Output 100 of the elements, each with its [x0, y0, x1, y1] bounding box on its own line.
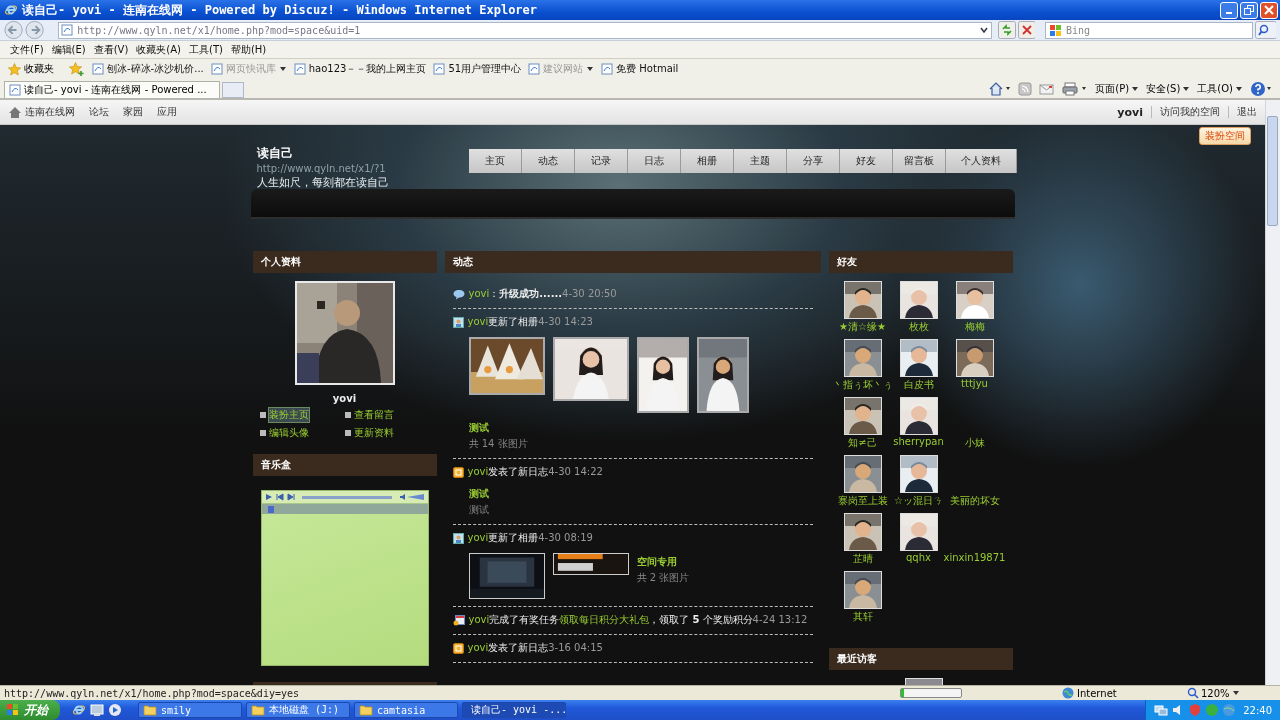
taskbar-button[interactable]: 读自己- yovi -...	[462, 702, 566, 718]
account-link[interactable]: 访问我的空间	[1160, 105, 1220, 119]
home-icon[interactable]	[8, 105, 22, 119]
friend-name-link[interactable]: 其轩	[852, 610, 873, 624]
space-nav-tab[interactable]: 个人资料	[945, 149, 1017, 173]
space-nav-tab[interactable]: 主题	[733, 149, 787, 173]
next-icon[interactable]	[286, 493, 295, 501]
site-nav-link[interactable]: 应用	[157, 105, 177, 119]
space-nav-tab[interactable]: 分享	[786, 149, 840, 173]
friend-name-link[interactable]: tttjyu	[961, 378, 988, 389]
browser-icon[interactable]	[72, 703, 86, 717]
friend-name-link[interactable]: ★清☆缘★	[839, 320, 886, 334]
favorite-link[interactable]: 免费 Hotmail	[601, 62, 679, 76]
account-link[interactable]: 退出	[1237, 105, 1257, 119]
volume-icon[interactable]	[398, 493, 425, 501]
refresh-button[interactable]	[998, 21, 1016, 39]
friend-name-link[interactable]: 丶指ぅ坏丶ぅ	[832, 378, 893, 392]
minimize-button[interactable]	[1220, 1, 1238, 19]
profile-link[interactable]: 更新资料	[353, 426, 394, 440]
site-nav-link[interactable]: 论坛	[89, 105, 109, 119]
close-icon	[1264, 5, 1274, 15]
menu-item[interactable]: 工具(T)	[189, 42, 223, 57]
friend-name-link[interactable]: 梅梅	[964, 320, 985, 334]
previous-icon[interactable]	[275, 493, 284, 501]
space-nav-tab[interactable]: 好友	[839, 149, 893, 173]
user-link[interactable]: yovi	[468, 614, 490, 625]
mail-icon[interactable]	[1039, 81, 1056, 96]
space-nav-tab[interactable]: 日志	[627, 149, 681, 173]
network-icon[interactable]	[1154, 703, 1169, 717]
zoom-level[interactable]: 120%	[1187, 687, 1240, 699]
site-nav-link[interactable]: 连南在线网	[25, 105, 75, 119]
add-favorite-icon[interactable]	[69, 62, 85, 76]
favorite-link[interactable]: 刨冰-碎冰-冰沙机价...	[92, 62, 204, 76]
blog-summary: 测试	[467, 503, 490, 517]
feed-entry-text: yovi：升级成功......4-30 20:50	[468, 287, 617, 301]
taskbar-button[interactable]: 本地磁盘 (J:)	[246, 702, 350, 718]
media-icon[interactable]	[108, 703, 122, 717]
friend-name-link[interactable]: 芷晴	[852, 552, 873, 566]
space-nav-tab[interactable]: 动态	[521, 149, 575, 173]
help-icon[interactable]	[1250, 80, 1274, 97]
favorites-button[interactable]: 收藏夹	[8, 62, 54, 76]
user-link[interactable]: yovi	[467, 642, 489, 653]
friend-name-link[interactable]: 枚枚	[908, 320, 929, 334]
space-nav-tab[interactable]: 相册	[680, 149, 734, 173]
stop-button[interactable]	[1017, 21, 1035, 39]
profile-link[interactable]: 查看留言	[353, 408, 394, 422]
desktop-icon[interactable]	[90, 703, 104, 717]
taskbar-button[interactable]: camtasia	[354, 702, 458, 718]
search-field[interactable]: Bing	[1044, 21, 1253, 39]
user-link[interactable]: yovi	[467, 466, 489, 477]
browser-tab[interactable]: 读自己- yovi - 连南在线网 - Powered ...	[4, 81, 220, 98]
taskbar-button[interactable]: smily	[138, 702, 242, 718]
album-title[interactable]: 空间专用	[636, 555, 690, 569]
search-icon[interactable]	[1254, 21, 1276, 39]
scrollbar[interactable]	[1265, 100, 1280, 685]
close-button[interactable]	[1260, 1, 1278, 19]
user-link[interactable]: yovi	[467, 316, 489, 327]
user-link[interactable]: yovi	[467, 532, 489, 543]
print-icon[interactable]	[1062, 81, 1089, 96]
favorite-link[interactable]: 51用户管理中心	[433, 62, 522, 76]
caret-icon[interactable]	[278, 65, 287, 73]
profile-link[interactable]: 编辑头像	[268, 426, 309, 440]
command-menu[interactable]: 工具(O)	[1197, 81, 1243, 96]
favorite-link[interactable]: hao123－－我的上网主页	[293, 62, 427, 76]
menu-item[interactable]: 帮助(H)	[230, 42, 267, 57]
address-field[interactable]: http://www.qyln.net/x1/home.php?mod=space&uid=1	[58, 21, 993, 39]
user-link[interactable]: yovi	[468, 288, 490, 299]
space-nav-tab[interactable]: 留言板	[892, 149, 946, 173]
bullet-icon	[259, 430, 266, 436]
restore-button[interactable]	[1240, 1, 1258, 19]
menu-item[interactable]: 文件(F)	[10, 42, 44, 57]
friend-name-link[interactable]: ☆ッ混日ㄋ	[894, 494, 943, 508]
friend-name-link[interactable]: sherrypan	[893, 436, 944, 447]
play-icon[interactable]	[264, 493, 273, 501]
username-link[interactable]: yovi	[1117, 105, 1143, 119]
dress-up-space-button[interactable]: 装扮空间	[1199, 127, 1251, 145]
friend-name-link[interactable]: xinxin19871	[943, 552, 1006, 563]
menu-item[interactable]: 编辑(E)	[51, 42, 86, 57]
command-menu[interactable]: 页面(P)	[1095, 81, 1140, 96]
caret-icon[interactable]	[586, 65, 595, 73]
album-title[interactable]: 测试	[452, 421, 813, 435]
menu-item[interactable]: 收藏夹(A)	[136, 42, 181, 57]
profile-link[interactable]: 装扮主页	[268, 408, 309, 422]
menu-item[interactable]: 查看(V)	[93, 42, 129, 57]
seek-track[interactable]	[301, 495, 392, 499]
friend-name-link[interactable]: 小妹	[964, 436, 985, 450]
task-link[interactable]: 领取每日积分大礼包	[559, 614, 650, 625]
friend-name-link[interactable]: 美丽的坏女	[949, 494, 1000, 508]
track-icon	[267, 505, 274, 513]
friend-name-link[interactable]: 知≠己	[848, 436, 877, 450]
space-nav-tab[interactable]: 主页	[468, 149, 522, 173]
space-nav-tab[interactable]: 记录	[574, 149, 628, 173]
blog-title[interactable]: 测试	[452, 487, 813, 501]
friend-name-link[interactable]: qqhx	[906, 552, 931, 563]
command-menu[interactable]: 安全(S)	[1146, 81, 1191, 96]
friend-name-link[interactable]: 白皮书	[903, 378, 934, 392]
home-icon[interactable]	[989, 81, 1012, 96]
dropdown-icon[interactable]	[979, 25, 990, 35]
friend-name-link[interactable]: 寨岗至上装	[837, 494, 888, 508]
site-nav-link[interactable]: 家园	[123, 105, 143, 119]
